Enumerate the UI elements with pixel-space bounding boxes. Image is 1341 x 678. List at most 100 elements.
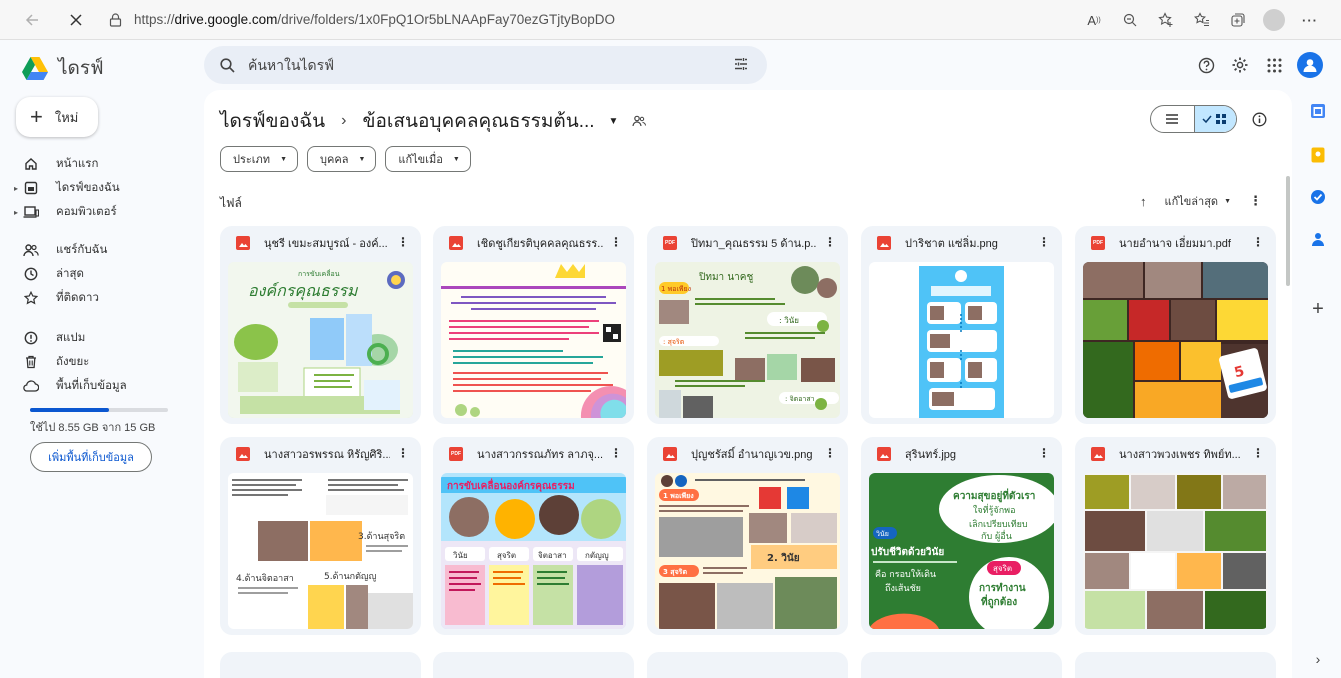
sort-control: ↑ แก้ไขล่าสุด ▼ ⋮ [1140,192,1262,210]
back-arrow-icon[interactable] [14,2,50,38]
file-card[interactable]: PDF นางสาวกรรณภัทร ลาภจุ... ⋮ การขับเคลื่อ… [433,437,634,635]
cloud-icon [22,377,40,395]
search-input[interactable] [248,57,708,73]
sidebar-item-starred[interactable]: ที่ติดดาว [22,286,99,310]
file-more-icon[interactable]: ⋮ [1252,235,1264,249]
folder-menu-caret-icon[interactable]: ▼ [609,116,619,127]
sidebar-item-recent[interactable]: ล่าสุด [22,262,84,286]
sidebar-item-label: หน้าแรก [56,158,99,170]
expand-arrow-icon[interactable]: ▸ [14,184,18,193]
browser-toolbar: https://drive.google.com/drive/folders/1… [0,0,1341,40]
calendar-icon[interactable] [1307,100,1329,122]
address-bar[interactable]: https://drive.google.com/drive/folders/1… [106,5,1106,35]
file-card[interactable]: PDF นายอำนาจ เอี่ยมมา.pdf ⋮ 5 [1075,226,1276,424]
sidebar-item-computers[interactable]: ▸ คอมพิวเตอร์ [14,200,117,224]
svg-text:1 พอเพียง: 1 พอเพียง [661,285,691,293]
file-card[interactable]: สุรินทร์.jpg ⋮ ความสุขอยู่ที่ตัวเรา ใจที่… [861,437,1062,635]
browser-profile-icon[interactable] [1257,3,1291,37]
settings-gear-icon[interactable] [1223,50,1257,80]
file-more-icon[interactable]: ⋮ [610,446,622,460]
sidebar-item-label: แชร์กับฉัน [56,244,108,256]
breadcrumb-my-drive[interactable]: ไดรฟ์ของฉัน [220,106,325,136]
new-button[interactable]: + ใหม่ [16,97,98,137]
sidebar-item-spam[interactable]: สแปม [22,326,85,350]
info-icon[interactable] [1248,108,1270,130]
file-name: นายอำนาจ เอี่ยมมา.pdf [1119,238,1231,250]
main-scrollbar[interactable] [1286,176,1290,286]
account-avatar[interactable] [1297,52,1323,78]
file-more-icon[interactable]: ⋮ [1038,235,1050,249]
new-button-label: ใหม่ [54,109,79,125]
sidebar-item-storage[interactable]: พื้นที่เก็บข้อมูล [22,374,127,398]
file-more-icon[interactable]: ⋮ [824,235,836,249]
search-options-icon[interactable] [733,56,751,74]
sidebar-item-shared[interactable]: แชร์กับฉัน [22,238,107,262]
file-name: นางสาวอรพรรณ หิรัญศิริ... [264,449,390,461]
file-card[interactable]: นุชรี เขมะสมบูรณ์ - องค์... ⋮ การขับเคลื่… [220,226,421,424]
expand-panel-chevron-icon[interactable]: › [1307,648,1329,670]
tasks-icon[interactable] [1307,186,1329,208]
sort-by-button[interactable]: แก้ไขล่าสุด [1165,192,1219,210]
file-card[interactable]: ปาริชาต แซ่ลิ่ม.png ⋮ [861,226,1062,424]
more-icon[interactable]: ··· [1293,3,1327,37]
read-aloud-icon[interactable]: A)) [1077,3,1111,37]
expand-arrow-icon[interactable]: ▸ [14,208,18,217]
drive-logo[interactable]: ไดรฟ์ [22,53,104,83]
more-options-icon[interactable]: ⋮ [1249,193,1262,209]
file-more-icon[interactable]: ⋮ [610,235,622,249]
plus-icon: + [30,104,43,129]
file-card[interactable]: ปุญชรัสมิ์ อำนาญเวข.png ⋮ 1 พอเพียง 2. วิ… [647,437,848,635]
add-addon-icon[interactable]: + [1307,298,1329,320]
keep-icon[interactable] [1307,144,1329,166]
favorites-icon[interactable] [1185,3,1219,37]
file-name: นุชรี เขมะสมบูรณ์ - องค์... [264,238,388,250]
svg-text:ที่ถูกต้อง: ที่ถูกต้อง [981,594,1017,609]
chip-label: บุคคล [320,154,349,166]
file-card[interactable]: นางสาวพวงเพชร ทิพย์ท... ⋮ [1075,437,1276,635]
drive-logo-icon [22,56,48,80]
chip-label: แก้ไขเมื่อ [398,154,443,166]
file-more-icon[interactable]: ⋮ [397,235,409,249]
sort-direction-icon[interactable]: ↑ [1140,194,1147,209]
file-card[interactable]: PDF ปิทมา_คุณธรรม 5 ด้าน.p... ⋮ ปิทมา นาคช… [647,226,848,424]
favorite-add-icon[interactable] [1149,3,1183,37]
filter-people-chip[interactable]: บุคคล ▼ [307,146,377,172]
help-icon[interactable] [1189,50,1223,80]
svg-text:วินัย: วินัย [876,530,889,538]
filter-modified-chip[interactable]: แก้ไขเมื่อ ▼ [385,146,471,172]
file-card[interactable] [1075,652,1276,678]
file-name: สุรินทร์.jpg [905,449,957,461]
file-card[interactable] [647,652,848,678]
filter-type-chip[interactable]: ประเภท ▼ [220,146,298,172]
collections-icon[interactable] [1221,3,1255,37]
sidebar-item-home[interactable]: หน้าแรก [22,152,98,176]
close-icon[interactable] [58,2,94,38]
file-card[interactable]: นางสาวอรพรรณ หิรัญศิริ... ⋮ 3.ด้านสุจริต … [220,437,421,635]
get-more-storage-button[interactable]: เพิ่มพื้นที่เก็บข้อมูล [30,442,152,472]
file-more-icon[interactable]: ⋮ [824,446,836,460]
file-card[interactable]: เชิดชูเกียรติบุคคลคุณธรร... ⋮ [433,226,634,424]
grid-view-button[interactable] [1193,106,1236,132]
file-card[interactable] [220,652,421,678]
file-more-icon[interactable]: ⋮ [1252,446,1264,460]
list-view-button[interactable] [1151,106,1194,132]
zoom-icon[interactable] [1113,3,1147,37]
svg-text:ความสุขอยู่ที่ตัวเรา: ความสุขอยู่ที่ตัวเรา [953,488,1035,503]
file-name: ปิทมา_คุณธรรม 5 ด้าน.p... [691,238,817,250]
sidebar-item-my-drive[interactable]: ▸ ไดรฟ์ของฉัน [14,176,120,200]
file-card[interactable] [433,652,634,678]
search-bar[interactable] [204,46,767,84]
file-more-icon[interactable]: ⋮ [1038,446,1050,460]
svg-text:สุจริต: สุจริต [497,551,516,560]
search-icon[interactable] [218,56,236,74]
file-more-icon[interactable]: ⋮ [397,446,409,460]
pdf-file-icon: PDF [663,236,677,250]
apps-grid-icon[interactable] [1257,50,1291,80]
breadcrumb-current-folder[interactable]: ข้อเสนอบุคคลคุณธรรมต้น... [363,106,595,136]
sort-caret-icon[interactable]: ▼ [1224,198,1231,205]
contacts-icon[interactable] [1307,228,1329,250]
file-card[interactable] [861,652,1062,678]
sidebar-item-trash[interactable]: ถังขยะ [22,350,89,374]
home-icon [22,155,40,173]
svg-text:การขับเคลื่อนองค์กรคุณธรรม: การขับเคลื่อนองค์กรคุณธรรม [447,478,575,492]
